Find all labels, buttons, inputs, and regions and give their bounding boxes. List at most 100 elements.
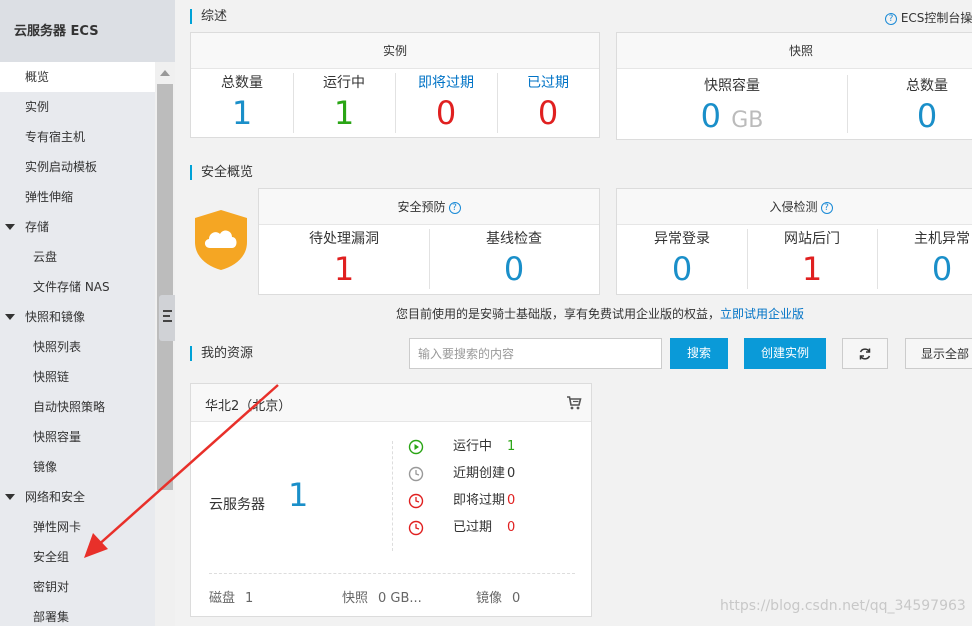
trial-enterprise-link[interactable]: 立即试用企业版: [720, 307, 804, 321]
sidebar-item[interactable]: 实例: [0, 92, 155, 122]
status-row[interactable]: 运行中 1: [408, 437, 558, 457]
stat-label: 基线检查: [486, 231, 542, 247]
sidebar-scrollbar[interactable]: [155, 62, 175, 626]
region-card[interactable]: 华北2（北京） 云服务器 1 运行中 1 近期创建 0 即将过期 0 已过期 0 磁盘 1 快照 0…: [190, 383, 592, 617]
stat-item[interactable]: 运行中 1: [293, 73, 395, 133]
status-row[interactable]: 已过期 0: [408, 518, 558, 538]
sidebar-item[interactable]: 快照和镜像: [0, 302, 155, 332]
snapshot-capacity-label: 快照容量: [704, 78, 760, 94]
stat-item[interactable]: 总数量 1: [191, 73, 293, 133]
menu-icon: [163, 310, 172, 312]
region-title: 华北2（北京）: [205, 399, 292, 414]
snapshot-capacity-stat[interactable]: 快照容量 0 GB: [617, 76, 847, 136]
stat-value: 0: [435, 94, 457, 132]
stat-item[interactable]: 已过期 0: [497, 73, 599, 133]
intrusion-title: 入侵检测: [769, 200, 818, 214]
security-warning-panel: 安全预防? 待处理漏洞 1 基线检查 0: [258, 188, 600, 295]
stat-value: 0: [931, 250, 953, 288]
sidebar-item[interactable]: 部署集: [0, 602, 155, 626]
sidebar-item[interactable]: 快照容量: [0, 422, 155, 452]
sidebar-item[interactable]: 专有宿主机: [0, 122, 155, 152]
status-label: 即将过期: [453, 493, 506, 508]
footer-stat-label: 镜像: [476, 591, 503, 606]
sidebar-item[interactable]: 自动快照策略: [0, 392, 155, 422]
status-value: 0: [507, 520, 516, 535]
sidebar-item[interactable]: 弹性伸缩: [0, 182, 155, 212]
sidebar-item[interactable]: 安全组: [0, 542, 155, 572]
menu-icon-line: [163, 320, 172, 322]
cart-icon[interactable]: [566, 395, 582, 411]
sidebar-item-label: 自动快照策略: [33, 400, 106, 414]
intrusion-panel: 入侵检测? 异常登录 0 网站后门 1 主机异常 0: [616, 188, 972, 295]
snapshot-count-value: 0: [916, 97, 938, 135]
show-all-button[interactable]: 显示全部: [905, 338, 972, 369]
divider: [392, 441, 393, 551]
sidebar-item[interactable]: 云盘: [0, 242, 155, 272]
sidebar-item[interactable]: 概览: [0, 62, 155, 92]
caret-down-icon[interactable]: [5, 494, 15, 500]
sidebar-collapse-handle[interactable]: [159, 295, 175, 341]
help-icon[interactable]: ?: [448, 201, 461, 214]
main-content: 综述 ? ECS控制台操作 实例 总数量1运行中1即将过期0已过期0 快照 快照…: [175, 0, 972, 626]
sidebar-item-label: 镜像: [33, 460, 58, 474]
scroll-up-arrow-icon[interactable]: [160, 70, 170, 76]
snapshot-capacity-value: 0: [700, 97, 722, 135]
sidebar-item[interactable]: 快照链: [0, 362, 155, 392]
stat-item[interactable]: 主机异常 0: [877, 229, 972, 289]
sidebar-item[interactable]: 密钥对: [0, 572, 155, 602]
console-link-label: ECS控制台操作: [900, 11, 972, 25]
console-help-link[interactable]: ? ECS控制台操作: [882, 9, 972, 26]
stat-item[interactable]: 待处理漏洞 1: [259, 229, 429, 289]
sidebar-item[interactable]: 实例启动模板: [0, 152, 155, 182]
sidebar-item[interactable]: 文件存储 NAS: [0, 272, 155, 302]
shield-cloud-icon: [195, 210, 247, 270]
create-instance-button[interactable]: 创建实例: [744, 338, 826, 369]
snapshot-panel: 快照 快照容量 0 GB 总数量 0: [616, 32, 972, 140]
stat-label: 主机异常: [914, 231, 970, 247]
footer-stat[interactable]: 快照 0 GB...: [342, 587, 422, 606]
status-value: 0: [507, 493, 516, 508]
overview-title: 综述: [190, 9, 227, 24]
status-row[interactable]: 近期创建 0: [408, 464, 558, 484]
status-row[interactable]: 即将过期 0: [408, 491, 558, 511]
sidebar-item-label: 密钥对: [33, 580, 70, 594]
stat-item[interactable]: 异常登录 0: [617, 229, 747, 289]
footer-stat-value: 1: [245, 591, 254, 606]
sidebar-item[interactable]: 快照列表: [0, 332, 155, 362]
sidebar-item-label: 快照和镜像: [25, 310, 86, 324]
sidebar-header: 云服务器 ECS: [0, 0, 175, 62]
scrollbar-thumb[interactable]: [157, 84, 173, 490]
footer-stat-label: 快照: [342, 591, 369, 606]
search-button[interactable]: 搜索: [670, 338, 728, 369]
status-label: 已过期: [453, 520, 493, 535]
help-icon[interactable]: ?: [820, 201, 833, 214]
sidebar-item[interactable]: 弹性网卡: [0, 512, 155, 542]
sidebar-item-label: 实例启动模板: [25, 160, 98, 174]
caret-down-icon[interactable]: [5, 314, 15, 320]
sidebar-item[interactable]: 镜像: [0, 452, 155, 482]
footer-stat[interactable]: 磁盘 1: [209, 587, 253, 606]
service-count[interactable]: 1: [288, 476, 308, 514]
refresh-button[interactable]: [842, 338, 888, 369]
expired-clock-icon: [408, 520, 424, 536]
snapshot-count-stat[interactable]: 总数量 0: [847, 76, 972, 136]
region-header: 华北2（北京）: [191, 384, 591, 422]
sidebar-item-label: 文件存储 NAS: [33, 280, 110, 294]
sidebar-item[interactable]: 存储: [0, 212, 155, 242]
stat-item[interactable]: 即将过期 0: [395, 73, 497, 133]
footer-stat-value: 0: [512, 591, 521, 606]
stat-item[interactable]: 网站后门 1: [747, 229, 877, 289]
stat-label: 网站后门: [784, 231, 840, 247]
menu-icon-line: [163, 315, 170, 317]
stat-label: 即将过期: [418, 75, 474, 91]
sidebar-item[interactable]: 网络和安全: [0, 482, 155, 512]
status-label: 运行中: [453, 439, 493, 454]
security-title: 安全概览: [190, 165, 253, 180]
stat-value: 0: [503, 250, 525, 288]
caret-down-icon[interactable]: [5, 224, 15, 230]
footer-stat[interactable]: 镜像 0: [476, 587, 520, 606]
intrusion-title-bar: 入侵检测?: [617, 189, 972, 225]
search-input[interactable]: [409, 338, 662, 369]
sidebar-item-label: 快照容量: [33, 430, 82, 444]
stat-item[interactable]: 基线检查 0: [429, 229, 599, 289]
